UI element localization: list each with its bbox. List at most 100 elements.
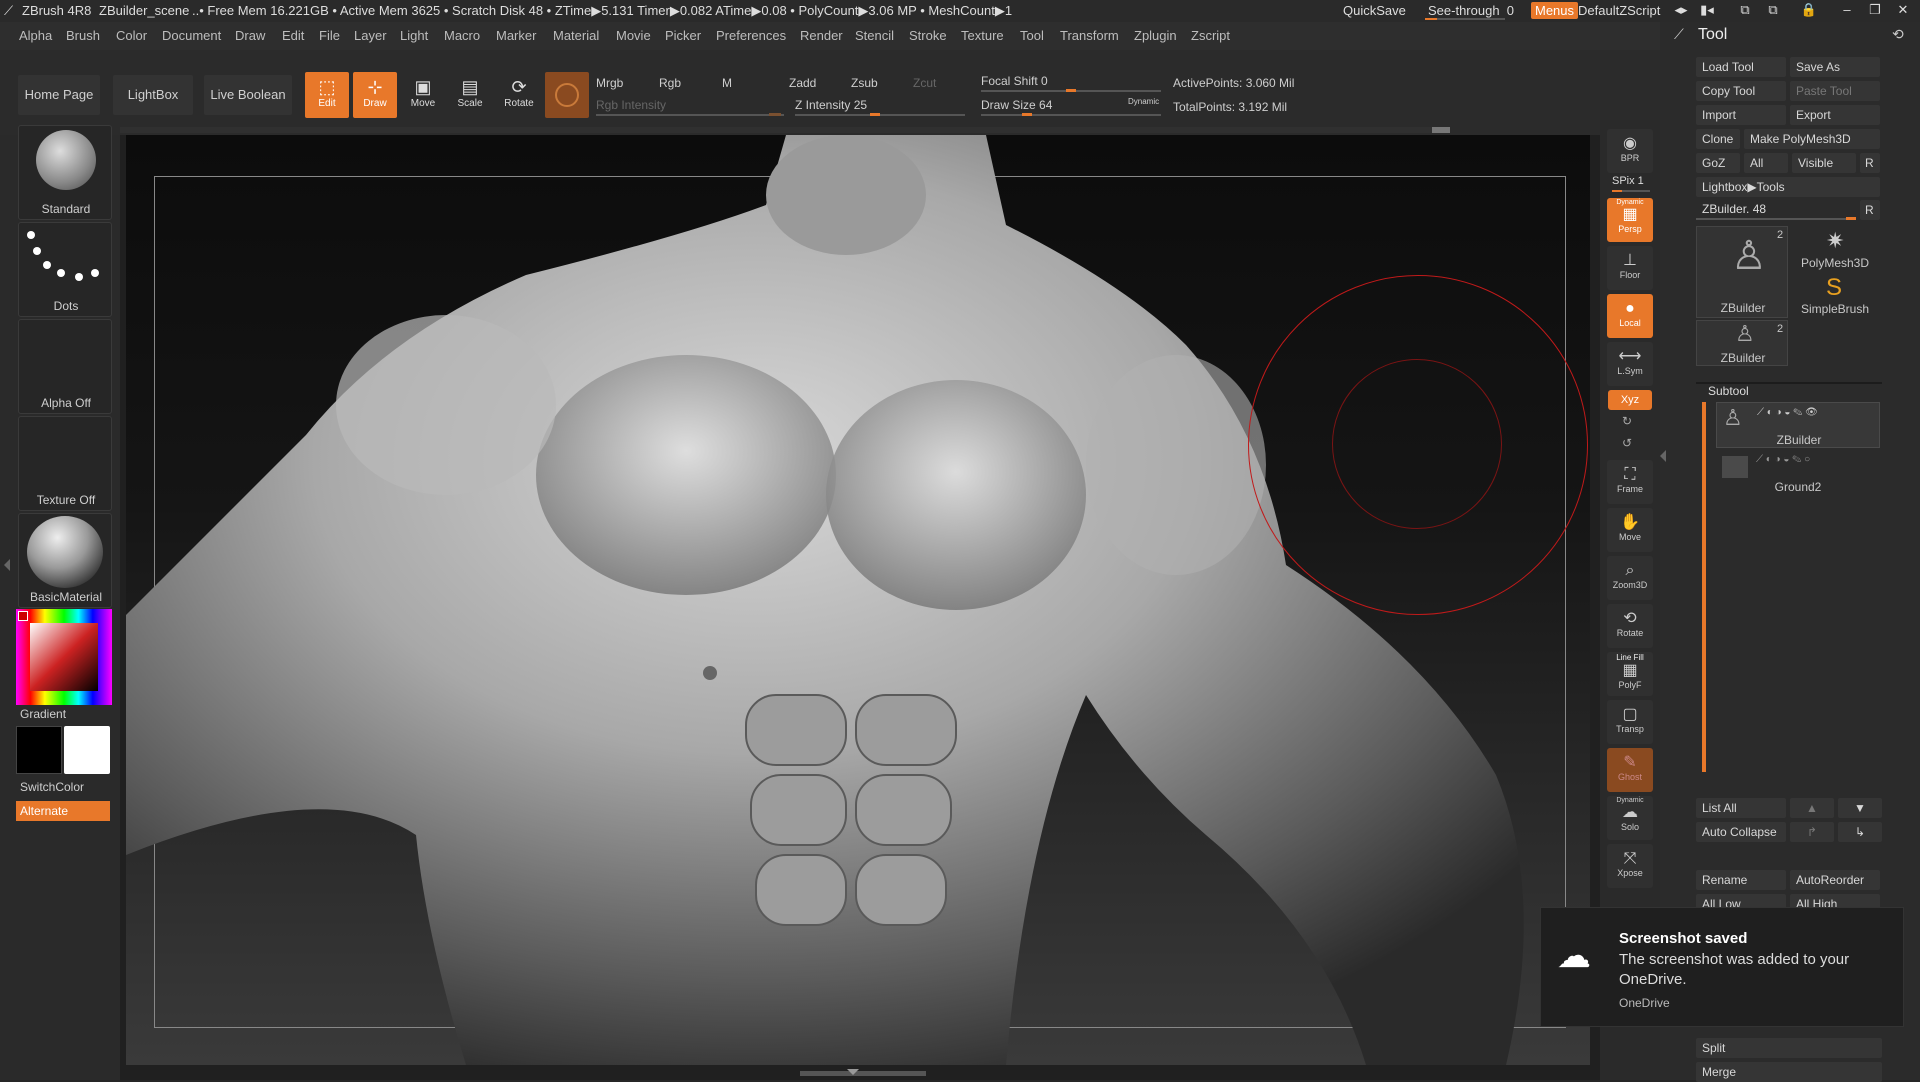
subtool-scrollbar[interactable] xyxy=(1702,402,1706,772)
zsub-button[interactable]: Zsub xyxy=(851,76,878,90)
primary-color-swatch[interactable] xyxy=(64,726,110,774)
ghost-button[interactable]: ✎ Ghost xyxy=(1607,748,1653,792)
zbuilder-knob[interactable] xyxy=(1846,217,1856,220)
brush-tile[interactable]: Standard xyxy=(18,125,112,220)
menu-layer[interactable]: Layer xyxy=(354,28,387,43)
z-intensity-knob[interactable] xyxy=(870,113,880,116)
menu-texture[interactable]: Texture xyxy=(961,28,1004,43)
zadd-button[interactable]: Zadd xyxy=(789,76,816,90)
window-icon[interactable]: ⧉ xyxy=(1736,2,1754,20)
menu-zscript[interactable]: Zscript xyxy=(1191,28,1230,43)
home-page-button[interactable]: Home Page xyxy=(18,75,100,115)
bottom-tray-arrow-icon[interactable] xyxy=(847,1069,859,1075)
rename-button[interactable]: Rename xyxy=(1696,870,1786,890)
xyz-button[interactable]: Xyz xyxy=(1608,390,1652,410)
arrow-down-right-icon[interactable]: ↳ xyxy=(1838,822,1882,842)
subtool-toggles-icon[interactable]: ⟋ ◐ ◑ ◒ ✎ ○ xyxy=(1756,454,1810,465)
subtool-header[interactable]: Subtool xyxy=(1708,384,1749,398)
menu-material[interactable]: Material xyxy=(553,28,599,43)
menu-macro[interactable]: Macro xyxy=(444,28,480,43)
solo-button[interactable]: Dynamic ☁ Solo xyxy=(1607,796,1653,840)
lsym-button[interactable]: ⟷ L.Sym xyxy=(1607,342,1653,386)
menu-brush[interactable]: Brush xyxy=(66,28,100,43)
menu-movie[interactable]: Movie xyxy=(616,28,651,43)
persp-button[interactable]: Dynamic ▦ Persp xyxy=(1607,198,1653,242)
make-polymesh-button[interactable]: Make PolyMesh3D xyxy=(1744,129,1880,149)
secondary-color-swatch[interactable] xyxy=(16,726,62,774)
menu-light[interactable]: Light xyxy=(400,28,428,43)
tool-thumb-simplebrush[interactable]: S SimpleBrush xyxy=(1790,274,1880,320)
menu-color[interactable]: Color xyxy=(116,28,147,43)
zcut-button[interactable]: Zcut xyxy=(913,76,936,90)
list-all-button[interactable]: List All xyxy=(1696,798,1786,818)
menu-document[interactable]: Document xyxy=(162,28,221,43)
menu-alpha[interactable]: Alpha xyxy=(19,28,52,43)
window-alt-icon[interactable]: ⧉ xyxy=(1764,2,1782,20)
top-scroll-handle[interactable] xyxy=(1432,127,1450,133)
load-tool-button[interactable]: Load Tool xyxy=(1696,57,1786,77)
minimize-icon[interactable]: – xyxy=(1838,2,1856,20)
maximize-icon[interactable]: ❐ xyxy=(1866,2,1884,20)
layout-alt-icon[interactable]: ▮◂ xyxy=(1698,2,1716,20)
rgb-button[interactable]: Rgb xyxy=(659,76,681,90)
live-boolean-button[interactable]: Live Boolean xyxy=(204,75,292,115)
onedrive-notification[interactable]: ☁ Screenshot saved The screenshot was ad… xyxy=(1540,907,1904,1027)
material-swatch-button[interactable] xyxy=(545,72,589,118)
subtool-row-ground2[interactable]: ⟋ ◐ ◑ ◒ ✎ ○ Ground2 xyxy=(1716,450,1880,496)
tool-palette-title[interactable]: Tool xyxy=(1698,26,1727,44)
default-zscript-button[interactable]: DefaultZScript xyxy=(1578,3,1660,18)
goz-all-button[interactable]: All xyxy=(1744,153,1788,173)
move-up-icon[interactable]: ▲ xyxy=(1790,798,1834,818)
auto-collapse-button[interactable]: Auto Collapse xyxy=(1696,822,1786,842)
move-down-icon[interactable]: ▼ xyxy=(1838,798,1882,818)
close-icon[interactable]: ✕ xyxy=(1894,2,1912,20)
focal-shift-knob[interactable] xyxy=(1066,89,1076,92)
tool-thumb-zbuilder-2[interactable]: 2 ♙ ZBuilder xyxy=(1696,320,1788,366)
rgb-intensity-slider[interactable]: Rgb Intensity xyxy=(596,98,666,112)
split-button[interactable]: Split xyxy=(1696,1038,1882,1058)
gradient-toggle[interactable]: Gradient xyxy=(20,707,66,721)
rotate-mode-button[interactable]: ⟳ Rotate xyxy=(497,72,541,118)
m-button[interactable]: M xyxy=(722,76,732,90)
spix-slider[interactable]: SPix 1 xyxy=(1612,175,1644,187)
lightbox-button[interactable]: LightBox xyxy=(113,75,193,115)
copy-tool-button[interactable]: Copy Tool xyxy=(1696,81,1786,101)
rotate-view-button[interactable]: ⟲ Rotate xyxy=(1607,604,1653,648)
zoom3d-button[interactable]: ⌕ Zoom3D xyxy=(1607,556,1653,600)
document-canvas[interactable] xyxy=(120,135,1600,1080)
saturation-square[interactable] xyxy=(30,623,98,691)
frame-button[interactable]: ⛶ Frame xyxy=(1607,460,1653,504)
z-intensity-slider[interactable]: Z Intensity 25 xyxy=(795,98,867,112)
texture-tile[interactable]: Texture Off xyxy=(18,416,112,511)
left-tray-collapse-icon[interactable] xyxy=(4,545,10,585)
alpha-tile[interactable]: Alpha Off xyxy=(18,319,112,414)
local-button[interactable]: ● Local xyxy=(1607,294,1653,338)
lock-icon[interactable]: 🔒 xyxy=(1800,2,1818,20)
palette-reset-icon[interactable]: ⟲ xyxy=(1892,26,1904,43)
bottom-scroll-handle[interactable] xyxy=(800,1071,926,1076)
transp-button[interactable]: ▢ Transp xyxy=(1607,700,1653,744)
rgb-intensity-knob[interactable] xyxy=(769,113,781,116)
polyf-button[interactable]: Line Fill ▦ PolyF xyxy=(1607,652,1653,696)
goz-r-button[interactable]: R xyxy=(1860,153,1880,173)
menu-draw[interactable]: Draw xyxy=(235,28,265,43)
menu-zplugin[interactable]: Zplugin xyxy=(1134,28,1177,43)
arrow-up-right-icon[interactable]: ↱ xyxy=(1790,822,1834,842)
menu-edit[interactable]: Edit xyxy=(282,28,304,43)
move-view-button[interactable]: ✋ Move xyxy=(1607,508,1653,552)
tool-thumb-zbuilder[interactable]: 2 ♙ ZBuilder xyxy=(1696,226,1788,318)
bpr-render-button[interactable]: ◉ BPR xyxy=(1607,129,1653,173)
goz-visible-button[interactable]: Visible xyxy=(1792,153,1856,173)
switchcolor-button[interactable]: SwitchColor xyxy=(20,780,84,794)
menu-marker[interactable]: Marker xyxy=(496,28,536,43)
color-picker[interactable] xyxy=(16,609,112,705)
lightbox-tools-button[interactable]: Lightbox▶Tools xyxy=(1696,177,1880,197)
xpose-button[interactable]: ⤧ Xpose xyxy=(1607,844,1653,888)
import-button[interactable]: Import xyxy=(1696,105,1786,125)
zbuilder-slider[interactable]: ZBuilder. 48 xyxy=(1702,202,1766,216)
seethrough-slider[interactable]: See-through 0 xyxy=(1428,3,1514,18)
stroke-tile[interactable]: Dots xyxy=(18,222,112,317)
layout-icon[interactable]: ◂▸ xyxy=(1672,2,1690,20)
draw-size-knob[interactable] xyxy=(1022,113,1032,116)
clone-button[interactable]: Clone xyxy=(1696,129,1740,149)
